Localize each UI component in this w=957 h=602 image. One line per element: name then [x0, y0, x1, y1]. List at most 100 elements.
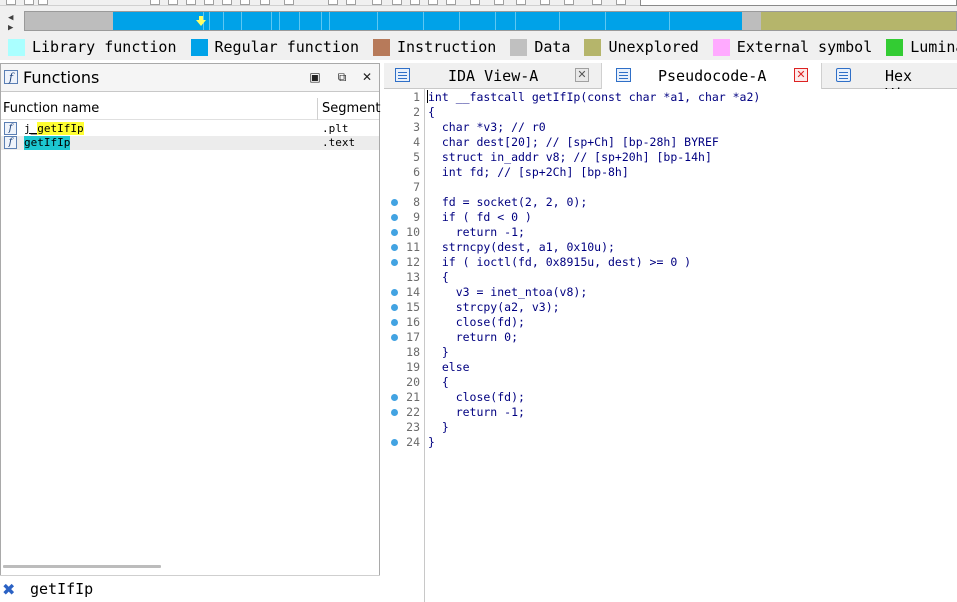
code-line[interactable]: 21 close(fd); [384, 390, 957, 405]
toolbar-button[interactable] [428, 0, 438, 5]
code-line[interactable]: 23 } [384, 420, 957, 435]
breakpoint-dot-icon[interactable] [391, 259, 398, 266]
toolbar-button[interactable] [204, 0, 214, 5]
nav-scroll-arrows[interactable]: ◀ ▶ [8, 13, 20, 33]
code-text: { [428, 375, 449, 389]
toolbar-button[interactable] [346, 0, 356, 5]
code-line[interactable]: 20 { [384, 375, 957, 390]
code-line[interactable]: 15 strcpy(a2, v3); [384, 300, 957, 315]
toolbar-button[interactable] [260, 0, 270, 5]
tab-label: IDA View-A [448, 67, 539, 85]
code-line[interactable]: 22 return -1; [384, 405, 957, 420]
toolbar-button[interactable] [24, 0, 34, 5]
pseudocode-view[interactable]: 1 int __fastcall getIfIp(const char *a1, … [384, 89, 957, 602]
toolbar-button[interactable] [284, 0, 294, 5]
code-line[interactable]: 4 char dest[20]; // [sp+Ch] [bp-28h] BYR… [384, 135, 957, 150]
line-number: 21 [406, 390, 420, 404]
column-divider[interactable] [317, 98, 318, 120]
close-tab-icon[interactable]: ✕ [794, 68, 808, 82]
code-line[interactable]: 12 if ( ioctl(fd, 0x8915u, dest) >= 0 ) [384, 255, 957, 270]
legend-label: Library function [32, 38, 177, 56]
nav-separator [223, 12, 224, 30]
toolbar-button[interactable] [540, 0, 550, 5]
toolbar-button[interactable] [616, 0, 626, 5]
code-line[interactable]: 9 if ( fd < 0 ) [384, 210, 957, 225]
float-window-icon[interactable]: ⧉ [335, 70, 349, 84]
line-number: 12 [406, 255, 420, 269]
code-line[interactable]: 2{ [384, 105, 957, 120]
toolbar-button[interactable] [470, 0, 480, 5]
column-header-function-name[interactable]: Function name [3, 101, 99, 116]
function-row-selected[interactable]: f getIfIp .text [1, 136, 379, 150]
breakpoint-dot-icon[interactable] [391, 409, 398, 416]
breakpoint-dot-icon[interactable] [391, 439, 398, 446]
clear-filter-icon[interactable]: ✖ [2, 580, 15, 599]
breakpoint-dot-icon[interactable] [391, 244, 398, 251]
legend-label: Data [534, 38, 571, 56]
filter-input[interactable]: getIfIp [30, 580, 93, 598]
nav-separator [559, 12, 560, 30]
toolbar-button[interactable] [564, 0, 574, 5]
legend-swatch [510, 38, 528, 56]
code-text: { [428, 270, 449, 284]
toolbar-button[interactable] [222, 0, 232, 5]
function-name: j_getIfIp [24, 122, 84, 135]
toolbar-button[interactable] [392, 0, 402, 5]
tab-hex-view[interactable]: Hex View [822, 63, 957, 103]
nav-separator [459, 12, 460, 30]
nav-separator [209, 12, 210, 30]
code-line[interactable]: 18 } [384, 345, 957, 360]
navigation-bar[interactable] [24, 11, 957, 31]
chevron-left-icon[interactable]: ◀ [8, 13, 20, 23]
horizontal-scrollbar[interactable] [3, 565, 161, 568]
code-line[interactable]: 17 return 0; [384, 330, 957, 345]
toolbar-button[interactable] [446, 0, 456, 5]
toolbar-button[interactable] [516, 0, 526, 5]
tab-ida-view-a[interactable]: IDA View-A ✕ [384, 63, 602, 89]
code-line[interactable]: 7 [384, 180, 957, 195]
close-tab-icon[interactable]: ✕ [575, 68, 589, 82]
toolbar-button[interactable] [372, 0, 382, 5]
legend-instruction: Instruction [373, 38, 496, 56]
toolbar-button[interactable] [240, 0, 250, 5]
code-line[interactable]: 10 return -1; [384, 225, 957, 240]
code-text: close(fd); [428, 390, 525, 404]
toolbar-button[interactable] [186, 0, 196, 5]
code-line[interactable]: 16 close(fd); [384, 315, 957, 330]
toolbar-button[interactable] [168, 0, 178, 5]
code-line[interactable]: 19 else [384, 360, 957, 375]
code-line[interactable]: 14 v3 = inet_ntoa(v8); [384, 285, 957, 300]
column-header-segment[interactable]: Segment [322, 101, 381, 116]
breakpoint-dot-icon[interactable] [391, 319, 398, 326]
breakpoint-dot-icon[interactable] [391, 214, 398, 221]
nav-segment-data [25, 12, 113, 30]
toolbar-button[interactable] [6, 0, 16, 5]
maximize-icon[interactable]: ▣ [308, 70, 322, 84]
code-line[interactable]: 6 int fd; // [sp+2Ch] [bp-8h] [384, 165, 957, 180]
breakpoint-dot-icon[interactable] [391, 304, 398, 311]
breakpoint-dot-icon[interactable] [391, 199, 398, 206]
code-line[interactable]: 8 fd = socket(2, 2, 0); [384, 195, 957, 210]
toolbar-button[interactable] [592, 0, 602, 5]
code-line[interactable]: 1 int __fastcall getIfIp(const char *a1, … [384, 90, 957, 105]
chevron-right-icon[interactable]: ▶ [8, 23, 20, 33]
breakpoint-dot-icon[interactable] [391, 394, 398, 401]
tab-pseudocode-a[interactable]: Pseudocode-A ✕ [602, 63, 822, 89]
code-line[interactable]: 5 struct in_addr v8; // [sp+20h] [bp-14h… [384, 150, 957, 165]
breakpoint-dot-icon[interactable] [391, 289, 398, 296]
toolbar-button[interactable] [410, 0, 420, 5]
code-line[interactable]: 11 strncpy(dest, a1, 0x10u); [384, 240, 957, 255]
code-text: } [428, 420, 449, 434]
function-row[interactable]: f j_getIfIp .plt [1, 122, 379, 136]
code-line[interactable]: 3 char *v3; // r0 [384, 120, 957, 135]
close-icon[interactable]: ✕ [360, 70, 374, 84]
breakpoint-dot-icon[interactable] [391, 229, 398, 236]
toolbar-button[interactable] [150, 0, 160, 5]
toolbar-button[interactable] [38, 0, 48, 5]
breakpoint-dot-icon[interactable] [391, 334, 398, 341]
code-line[interactable]: 24} [384, 435, 957, 450]
code-line[interactable]: 13 { [384, 270, 957, 285]
toolbar-button[interactable] [494, 0, 504, 5]
toolbar-button[interactable] [328, 0, 338, 5]
legend-lumina-function: Lumina func [886, 38, 957, 56]
